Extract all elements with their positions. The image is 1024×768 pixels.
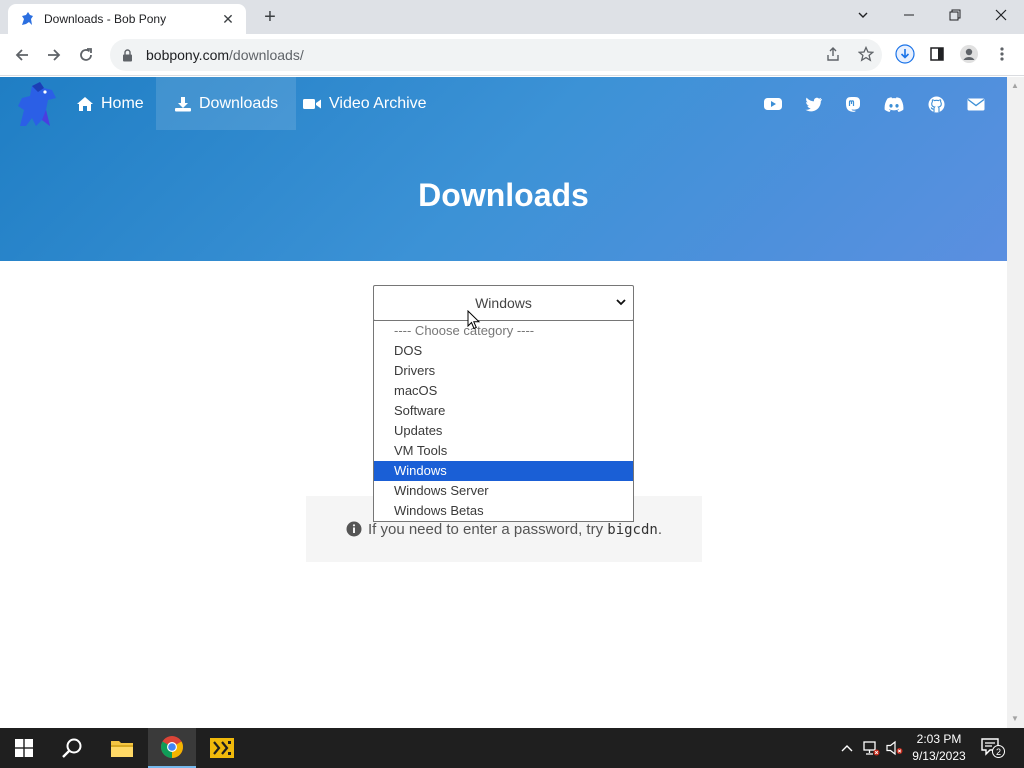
email-envelope-icon[interactable]: [965, 93, 987, 115]
dropdown-option[interactable]: macOS: [374, 381, 633, 401]
close-window-button[interactable]: [978, 0, 1024, 30]
browser-toolbar: bobpony.com/downloads/: [0, 34, 1024, 76]
notification-count-badge: 2: [992, 745, 1005, 758]
tab-title: Downloads - Bob Pony: [44, 12, 167, 26]
browser-tab[interactable]: Downloads - Bob Pony ✕: [8, 4, 246, 34]
home-icon: [77, 96, 93, 111]
lock-icon[interactable]: [122, 48, 136, 62]
pinned-app-button[interactable]: [198, 728, 246, 768]
side-panel-icon[interactable]: [925, 42, 949, 66]
download-icon: [175, 96, 191, 111]
start-button[interactable]: [0, 728, 48, 768]
system-clock[interactable]: 2:03 PM 9/13/2023: [904, 731, 974, 765]
dropdown-option[interactable]: DOS: [374, 341, 633, 361]
clock-date: 9/13/2023: [912, 749, 966, 763]
address-bar[interactable]: bobpony.com/downloads/: [110, 39, 882, 71]
chrome-taskbar-button[interactable]: [148, 728, 196, 768]
app-grid-icon: [210, 738, 234, 758]
mouse-cursor-icon: [467, 309, 481, 330]
category-select[interactable]: Windows: [373, 285, 634, 321]
file-explorer-button[interactable]: [98, 728, 146, 768]
nav-video-archive[interactable]: Video Archive: [284, 77, 445, 130]
page-title: Downloads: [418, 177, 589, 213]
restore-button[interactable]: [932, 0, 978, 30]
dropdown-option[interactable]: Drivers: [374, 361, 633, 381]
dropdown-option[interactable]: VM Tools: [374, 441, 633, 461]
download-icon[interactable]: [893, 42, 917, 66]
hero-banner: Home Downloads Video Archive Downloads: [0, 77, 1007, 261]
github-icon[interactable]: [925, 93, 947, 115]
windows-logo-icon: [15, 739, 33, 757]
password-code: bigcdn: [607, 521, 658, 538]
nav-home[interactable]: Home: [58, 77, 162, 130]
info-circle-icon: [346, 521, 362, 537]
dropdown-option[interactable]: ---- Choose category ----: [374, 321, 633, 341]
discord-icon[interactable]: [883, 93, 905, 115]
dropdown-option[interactable]: Software: [374, 401, 633, 421]
tab-search-chevron-down-icon[interactable]: [840, 0, 886, 30]
scroll-up-arrow-icon[interactable]: ▲: [1011, 81, 1019, 90]
dropdown-option-selected[interactable]: Windows: [374, 461, 633, 481]
folder-icon: [111, 741, 133, 757]
page-scrollbar[interactable]: ▲ ▼: [1007, 77, 1024, 728]
scroll-down-arrow-icon[interactable]: ▼: [1011, 714, 1019, 723]
nav-downloads-label: Downloads: [199, 94, 279, 112]
video-camera-icon: [303, 98, 321, 109]
reload-icon[interactable]: [73, 42, 99, 68]
dropdown-option[interactable]: Windows Server: [374, 481, 633, 501]
notification-center-icon[interactable]: 2: [980, 736, 1005, 760]
dropdown-option[interactable]: Windows Betas: [374, 501, 633, 521]
clock-time: 2:03 PM: [916, 732, 962, 746]
page-content: Home Downloads Video Archive Downloads W…: [0, 77, 1007, 728]
nav-downloads[interactable]: Downloads: [156, 77, 297, 130]
windows-taskbar: 2:03 PM 9/13/2023 2: [0, 728, 1024, 768]
share-icon[interactable]: [821, 42, 845, 66]
volume-muted-icon[interactable]: [886, 739, 904, 757]
site-navbar: Home Downloads Video Archive: [0, 77, 1007, 130]
twitter-icon[interactable]: [803, 93, 825, 115]
url-text: bobpony.com/downloads/: [146, 47, 304, 63]
password-hint-text: If you need to enter a password, try big…: [367, 520, 663, 538]
tab-close-icon[interactable]: ✕: [220, 11, 236, 27]
chevron-down-icon: [616, 299, 626, 306]
search-icon: [62, 738, 82, 758]
menu-kebab-icon[interactable]: [990, 42, 1014, 66]
browser-titlebar: Downloads - Bob Pony ✕ +: [0, 0, 1024, 34]
nav-video-archive-label: Video Archive: [329, 94, 427, 112]
nav-home-label: Home: [101, 94, 144, 112]
bobpony-logo-icon[interactable]: [12, 80, 60, 128]
minimize-button[interactable]: [886, 0, 932, 30]
profile-avatar-icon[interactable]: [957, 42, 981, 66]
category-select-value: Windows: [475, 295, 532, 311]
search-button[interactable]: [48, 728, 96, 768]
category-dropdown-list: ---- Choose category ---- DOS Drivers ma…: [373, 320, 634, 522]
chrome-icon: [161, 736, 183, 758]
dropdown-option[interactable]: Updates: [374, 421, 633, 441]
youtube-icon[interactable]: [762, 93, 784, 115]
back-arrow-icon[interactable]: [9, 42, 35, 68]
network-icon[interactable]: [862, 739, 880, 757]
bookmark-star-icon[interactable]: [854, 42, 878, 66]
bobpony-favicon-icon: [18, 10, 36, 28]
chevron-up-icon[interactable]: [838, 739, 856, 757]
mastodon-icon[interactable]: [842, 93, 864, 115]
new-tab-button[interactable]: +: [258, 6, 282, 28]
forward-arrow-icon[interactable]: [41, 42, 67, 68]
